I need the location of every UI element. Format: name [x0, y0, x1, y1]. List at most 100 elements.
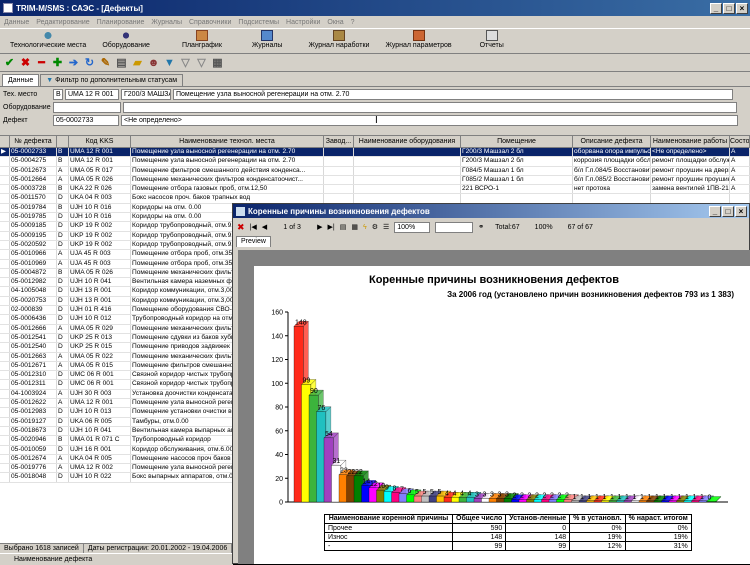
reports-icon — [485, 30, 498, 41]
equipment-name[interactable] — [123, 102, 737, 113]
cancel-icon[interactable]: ✖ — [19, 56, 32, 69]
table-row[interactable]: 05-0012673 A UMA 05 R 017 Помещение фильтро… — [0, 166, 750, 176]
tab-preview[interactable]: Preview — [236, 236, 271, 247]
report-minimize-button[interactable]: _ — [709, 205, 721, 217]
close-report-icon[interactable]: ✖ — [237, 222, 245, 233]
grid-cell: UKP 19 R 002 — [69, 231, 131, 240]
print-icon[interactable]: ▤ — [115, 56, 128, 69]
tech-places-button[interactable]: Технологические места — [2, 29, 94, 49]
report-close-button[interactable]: × — [735, 205, 747, 217]
tab-filter[interactable]: ▼ Фильтр по дополнительным статусам — [40, 74, 184, 86]
col-defect-number[interactable]: № дефекта — [10, 136, 57, 147]
grid-cell: 05-0006436 — [10, 315, 57, 324]
table-row[interactable]: ▶ 05-0002733 B UMA 12 R 001 Помещение узла в… — [0, 148, 750, 158]
journals-button[interactable]: Журналы — [230, 29, 291, 49]
row-indicator — [0, 324, 10, 333]
last-page-icon[interactable]: ▶| — [328, 223, 335, 231]
grid-cell: UMA 05 R 022 — [69, 352, 131, 361]
menu-planning[interactable]: Планирование — [97, 19, 145, 26]
y-tick-label: 60 — [275, 428, 283, 435]
settings-icon[interactable]: ⚙ — [372, 223, 378, 231]
tech-place-name[interactable]: Помещение узла выносной регенерации на о… — [173, 89, 733, 100]
col-kks[interactable]: Код KKS — [69, 136, 131, 147]
schedule-button[interactable]: Планграфик — [158, 29, 230, 49]
tree-icon[interactable]: ☰ — [383, 223, 389, 231]
col-equipment[interactable]: Наименование оборудования — [354, 136, 461, 147]
data-label: 7 — [400, 487, 404, 494]
user-icon[interactable]: ☻ — [147, 56, 160, 69]
tech-place-block[interactable]: B — [53, 89, 63, 100]
minus-icon[interactable]: ━ — [35, 56, 48, 69]
menu-data[interactable]: Данные — [4, 19, 29, 26]
arrow-right-icon[interactable]: ➔ — [67, 56, 80, 69]
col-description[interactable]: Описание дефекта — [573, 136, 651, 147]
row-indicator — [0, 464, 10, 473]
checkmark-icon[interactable]: ✔ — [3, 56, 16, 69]
data-label: 5 — [438, 489, 442, 496]
next-page-icon[interactable]: ▶ — [317, 223, 322, 231]
plus-icon[interactable]: ✚ — [51, 56, 64, 69]
operating-journal-button[interactable]: Журнал наработки — [290, 29, 377, 49]
data-label: 9 — [385, 484, 389, 491]
filter-icon[interactable]: ▼ — [163, 56, 176, 69]
tech-place-room[interactable]: Г200/3 МАШЗАЛ — [121, 89, 171, 100]
binoculars-icon[interactable]: ⚭ — [478, 223, 484, 231]
equipment-button[interactable]: Оборудование — [94, 29, 158, 49]
table-row[interactable]: 05-0003728 B UKA 22 R 026 Помещение отбора … — [0, 185, 750, 195]
grid-cell: D — [57, 417, 69, 426]
tech-place-kks[interactable]: UMA 12 R 001 — [65, 89, 119, 100]
prev-page-icon[interactable]: ◀ — [262, 223, 267, 231]
minimize-button[interactable]: _ — [710, 2, 722, 14]
grid-cell: UJH 13 R 001 — [69, 296, 131, 306]
first-page-icon[interactable]: |◀ — [250, 223, 257, 231]
close-button[interactable]: × — [736, 2, 748, 14]
row-indicator — [0, 222, 10, 231]
filter-clear-icon[interactable]: ▽ — [179, 56, 192, 69]
export-icon[interactable]: ▦ — [211, 56, 224, 69]
search-input[interactable] — [435, 221, 474, 233]
edit-icon[interactable]: ✎ — [99, 56, 112, 69]
operating-journal-icon — [332, 30, 345, 41]
filter-off-icon[interactable]: ▽ — [195, 56, 208, 69]
menu-help[interactable]: ? — [351, 19, 355, 26]
defect-number[interactable]: 05-0002733 — [53, 115, 119, 126]
menu-edit[interactable]: Редактирование — [36, 19, 89, 26]
grid-cell: UKA 22 R 026 — [69, 185, 131, 194]
maximize-button[interactable]: □ — [723, 2, 735, 14]
col-state[interactable]: Состоян... — [730, 136, 750, 147]
table-row[interactable]: 05-0004275 B UMA 12 R 001 Помещение узла вы… — [0, 157, 750, 167]
reports-button[interactable]: Отчеты — [460, 29, 512, 49]
data-label: 1 — [648, 494, 652, 501]
data-label: 3 — [490, 491, 494, 498]
grid-cell: UKP 19 R 002 — [69, 240, 131, 250]
menu-subsystems[interactable]: Подсистемы — [238, 19, 279, 26]
table-row[interactable]: 05-0012664 A UMA 05 R 026 Помещение механич… — [0, 175, 750, 186]
report-titlebar: Коренные причины возникновения дефектов … — [233, 204, 749, 218]
folder-icon[interactable]: ▰ — [131, 56, 144, 69]
grid-cell — [354, 148, 461, 157]
print-icon[interactable]: ▤ — [340, 223, 347, 231]
col-room[interactable]: Помещение — [461, 136, 573, 147]
equipment-code[interactable] — [53, 102, 121, 113]
table-row: -99 99 12% 31% — [324, 541, 692, 551]
col-factory[interactable]: Завод... — [324, 136, 354, 147]
params-journal-button[interactable]: Журнал параметров — [377, 29, 459, 49]
menu-references[interactable]: Справочники — [189, 19, 231, 26]
menu-journals[interactable]: Журналы — [151, 19, 182, 26]
menu-settings[interactable]: Настройки — [286, 19, 320, 26]
window-title: TRIM-M/SMS : САЭС - [Дефекты] — [16, 3, 143, 13]
row-indicator — [0, 417, 10, 426]
tab-data[interactable]: Данные — [2, 74, 40, 86]
grid-cell: 05-0019127 — [10, 417, 57, 426]
defect-description[interactable]: <Не определено> — [121, 115, 738, 126]
data-label: 1 — [603, 494, 607, 501]
report-maximize-button[interactable]: □ — [722, 205, 734, 217]
refresh-icon[interactable]: ↻ — [83, 56, 96, 69]
zoom-select[interactable]: 100% — [394, 221, 431, 233]
lightning-icon[interactable]: ϟ — [363, 224, 367, 231]
col-work[interactable]: Наименование работы — [651, 136, 730, 147]
grid-cell: UJH 10 R 016 — [69, 203, 131, 213]
export-icon[interactable]: ▦ — [351, 223, 358, 231]
col-tech-place[interactable]: Наименование технол. места — [131, 136, 324, 147]
menu-windows[interactable]: Окна — [327, 19, 343, 26]
